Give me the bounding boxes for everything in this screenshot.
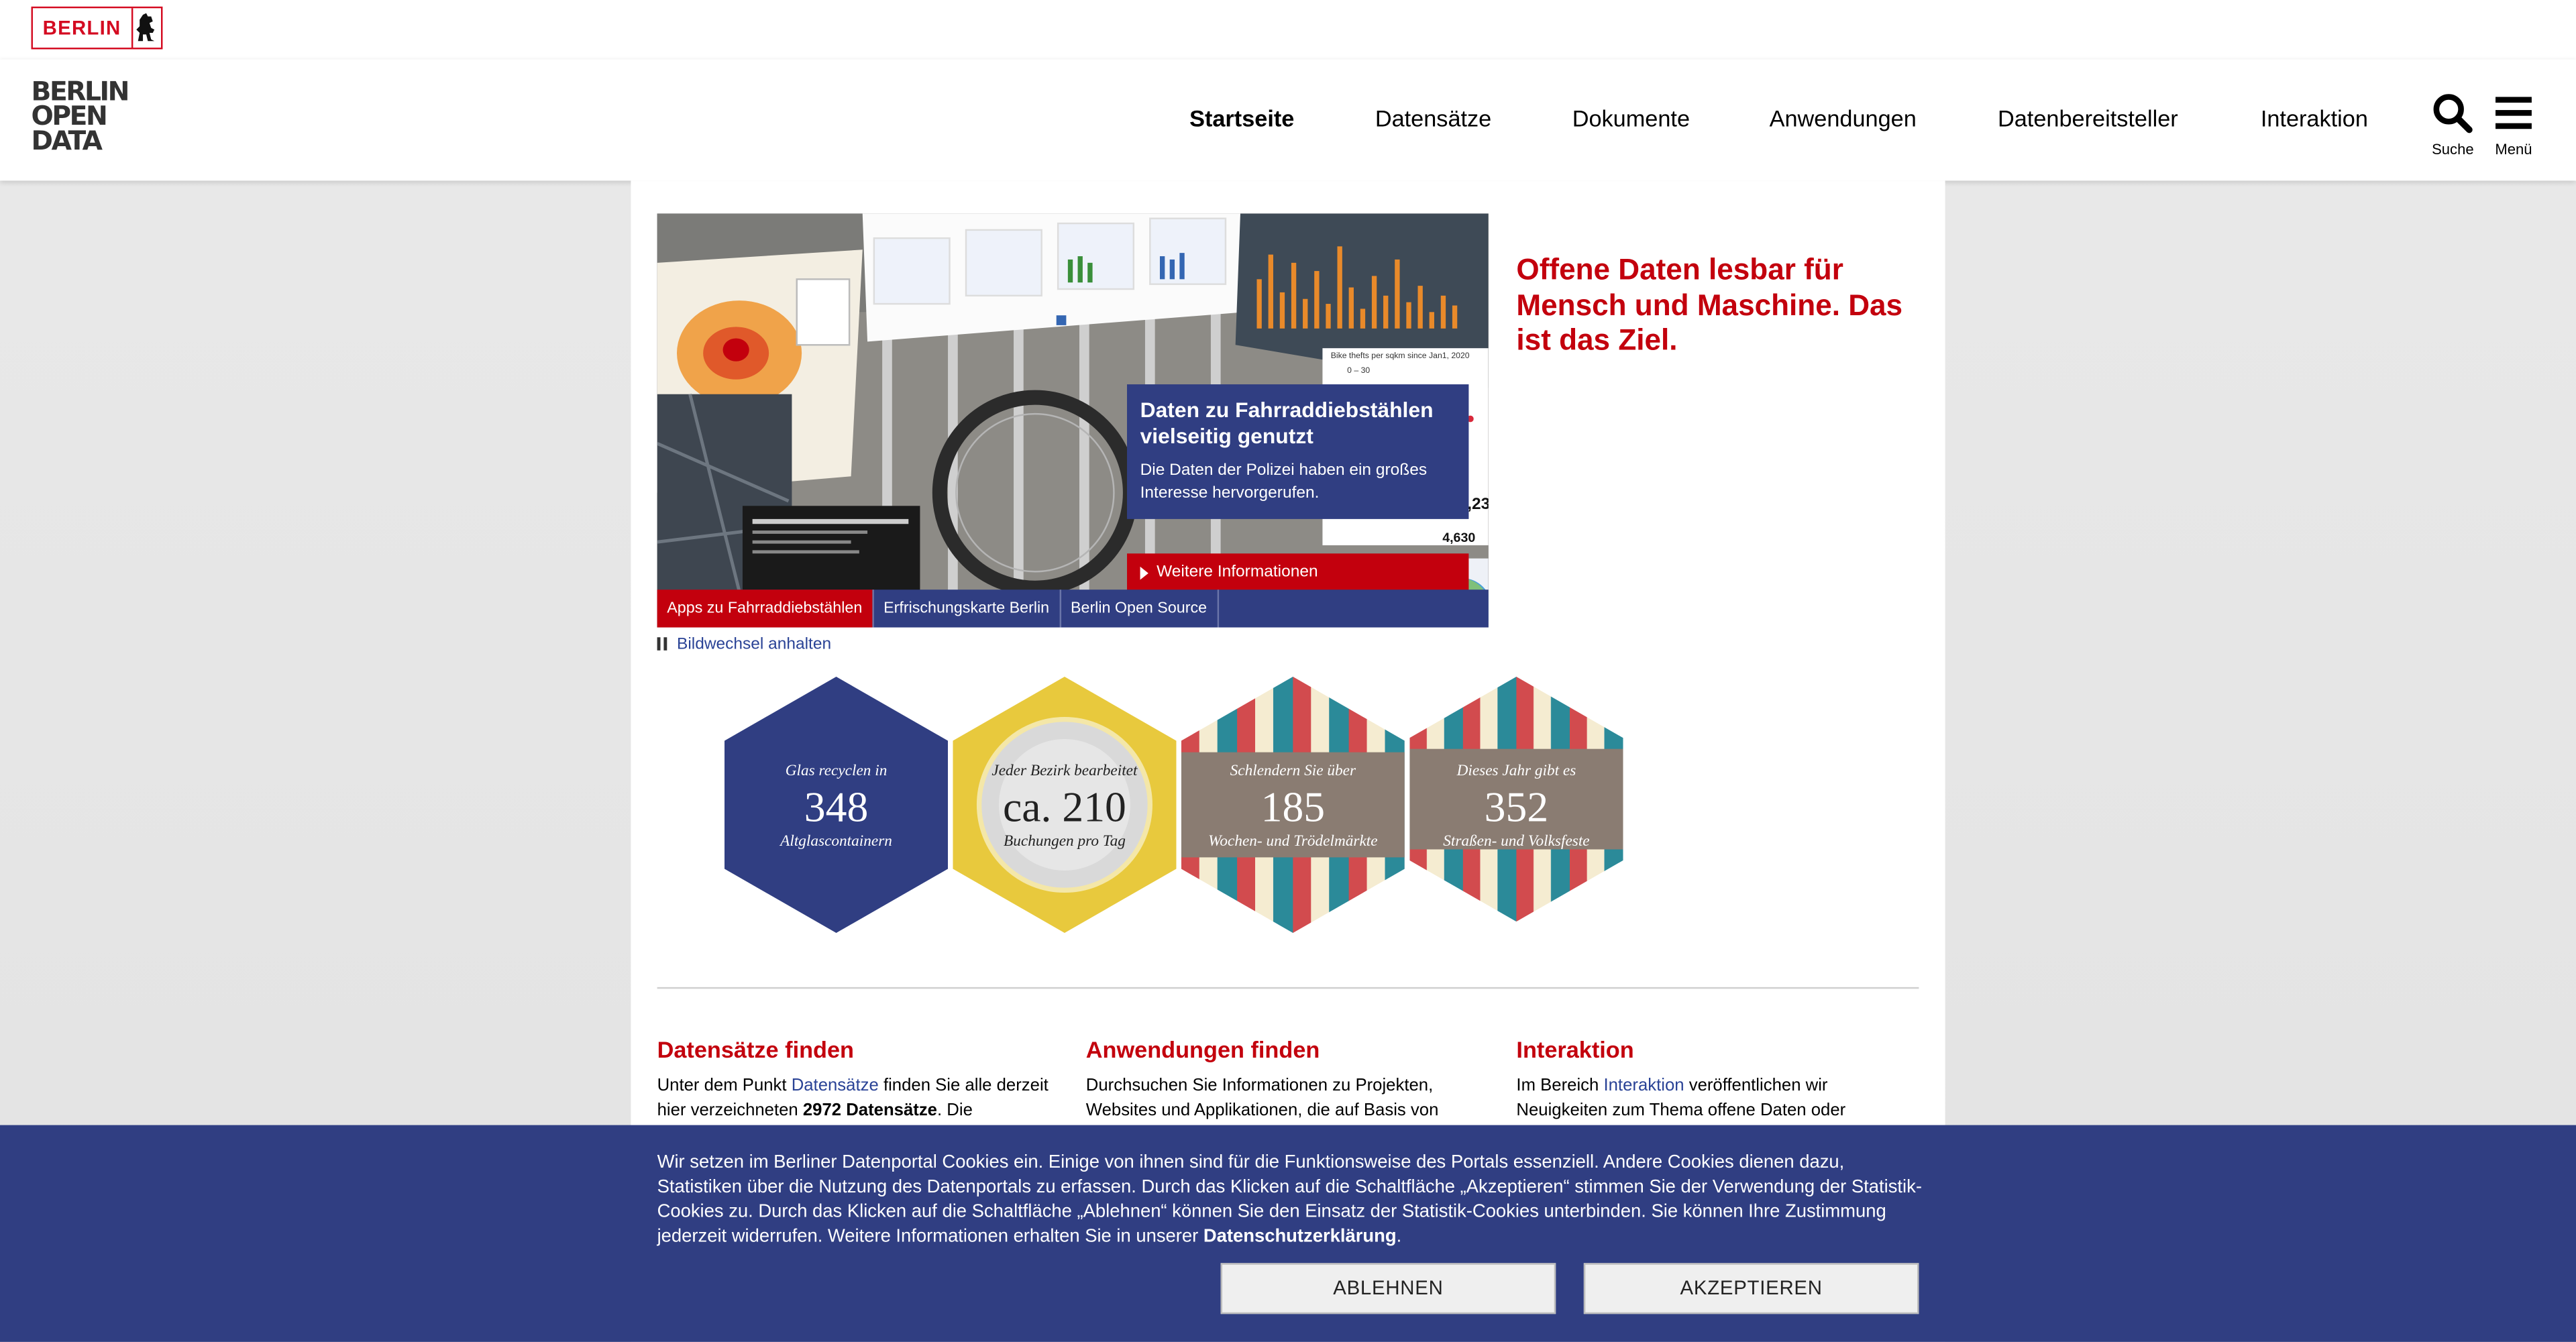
teaser-title: Anwendungen finden — [1085, 1036, 1320, 1063]
site-header: BERLIN OPEN DATA Startseite Datensätze D… — [0, 59, 2576, 181]
teaser-text-part: Im Bereich — [1516, 1076, 1604, 1096]
nav-datenbereitsteller[interactable]: Datenbereitsteller — [1998, 105, 2178, 131]
service-bar: BERLIN — [0, 0, 2576, 61]
nav-interaktion[interactable]: Interaktion — [2261, 105, 2368, 131]
section-divider — [657, 987, 1919, 989]
pause-label: Bildwechsel anhalten — [676, 635, 832, 654]
fact-bottom: Straßen- und Volksfeste — [1443, 834, 1590, 851]
caption-text: Die Daten der Polizei haben ein großes I… — [1140, 461, 1428, 503]
pause-slideshow-button[interactable]: Bildwechsel anhalten — [657, 636, 831, 654]
fact-hexagon[interactable]: Dieses Jahr gibt es 352 Straßen- und Vol… — [1409, 676, 1623, 933]
datasets-link[interactable]: Datensätze — [792, 1076, 879, 1095]
fact-top: Jeder Bezirk bearbeitet — [991, 763, 1138, 781]
interaction-link[interactable]: Interaktion — [1603, 1076, 1684, 1095]
fact-hexagon[interactable]: Jeder Bezirk bearbeitet ca. 210 Buchunge… — [953, 676, 1177, 934]
nav-anwendungen[interactable]: Anwendungen — [1770, 105, 1917, 131]
berlin-logo[interactable]: BERLIN — [31, 6, 163, 50]
caption-title: Daten zu Fahrraddiebstählen vielseitig g… — [1140, 397, 1434, 449]
fact-top: Dieses Jahr gibt es — [1456, 763, 1576, 781]
teaser-text: Durchsuchen Sie Informationen zu Projekt… — [1085, 1076, 1439, 1121]
teaser-title: Interaktion — [1516, 1036, 1634, 1063]
fact-hexagon[interactable]: Glas recyclen in 348 Altglascontainern — [724, 676, 949, 934]
hamburger-icon — [2496, 97, 2532, 129]
teaser-datasets: Datensätze finden Unter dem Punkt Datens… — [657, 1035, 1052, 1123]
slider-tabs: Apps zu Fahrraddiebstählen Erfrischungsk… — [657, 590, 1489, 628]
page-headline: Offene Daten lesbar für Mensch und Masch… — [1516, 253, 1903, 357]
slider-tab[interactable]: Erfrischungskarte Berlin — [873, 590, 1061, 628]
pause-icon — [657, 637, 667, 651]
slider-tab[interactable]: Berlin Open Source — [1061, 590, 1219, 628]
teaser-interaction: Interaktion Im Bereich Interaktion veröf… — [1516, 1035, 1911, 1123]
teaser-text: Unter dem Punkt Datensätze finden Sie al… — [657, 1074, 1052, 1123]
teaser-text-part: . Die — [937, 1100, 973, 1121]
teaser-applications: Anwendungen finden Durchsuchen Sie Infor… — [1086, 1035, 1481, 1123]
cookie-text-end: . — [1396, 1227, 1402, 1247]
fact-top: Schlendern Sie über — [1230, 763, 1356, 781]
slider-image-text: Bike thefts per sqkm since Jan1, 2020 — [1330, 351, 1470, 361]
accept-button[interactable]: AKZEPTIEREN — [1583, 1263, 1919, 1315]
teaser-text: Im Bereich Interaktion veröffentlichen w… — [1516, 1074, 1911, 1123]
nav-startseite[interactable]: Startseite — [1189, 105, 1294, 131]
slider-tab[interactable]: Apps zu Fahrraddiebstählen — [657, 590, 874, 628]
teaser-text-part: Unter dem Punkt — [657, 1076, 792, 1096]
more-info-link[interactable]: Weitere Informationen — [1127, 553, 1469, 594]
cookie-banner: Wir setzen im Berliner Datenportal Cooki… — [0, 1125, 2576, 1342]
berlin-open-data-logo[interactable]: BERLIN OPEN DATA — [31, 78, 130, 158]
fact-value: ca. 210 — [1002, 783, 1126, 832]
slider-image-text: 0 – 30 — [1347, 366, 1371, 376]
fact-bottom: Wochen- und Trödelmärkte — [1208, 834, 1378, 851]
fact-bottom: Altglascontainern — [780, 834, 892, 851]
search-button[interactable]: Suche — [2428, 92, 2477, 158]
dataset-count: 2972 Datensätze — [802, 1100, 938, 1121]
teaser-title: Datensätze finden — [657, 1036, 855, 1063]
bear-icon — [133, 8, 161, 48]
fact-bottom: Buchungen pro Tag — [1004, 834, 1126, 851]
teaser-slider: 33,239 4,630 Bike thefts per sqkm since … — [657, 213, 1489, 628]
nav-datensaetze[interactable]: Datensätze — [1375, 105, 1491, 131]
fact-value: 185 — [1260, 783, 1326, 832]
search-label: Suche — [2432, 141, 2474, 158]
logo-line: DATA — [31, 125, 103, 156]
slider-caption: Daten zu Fahrraddiebstählen vielseitig g… — [1127, 384, 1469, 519]
menu-button[interactable]: Menü — [2489, 92, 2538, 158]
berlin-label: BERLIN — [33, 8, 133, 48]
slider-image-stat: 4,630 — [1442, 530, 1476, 546]
nav-dokumente[interactable]: Dokumente — [1572, 105, 1690, 131]
privacy-link[interactable]: Datenschutzerklärung — [1203, 1227, 1397, 1246]
menu-label: Menü — [2495, 141, 2532, 158]
search-icon — [2433, 94, 2473, 133]
decline-button[interactable]: ABLEHNEN — [1220, 1263, 1556, 1315]
cookie-text: Wir setzen im Berliner Datenportal Cooki… — [657, 1152, 1923, 1250]
fact-value: 348 — [804, 783, 869, 832]
fact-top: Glas recyclen in — [785, 763, 888, 781]
fact-hexagon[interactable]: Schlendern Sie über 185 Wochen- und Tröd… — [1181, 676, 1405, 934]
fact-value: 352 — [1484, 783, 1549, 832]
